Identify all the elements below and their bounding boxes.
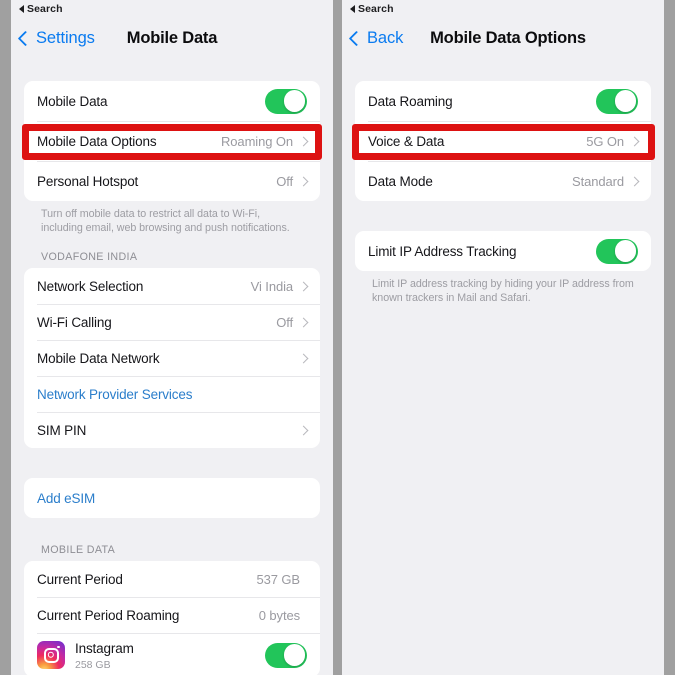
- row-voice-and-data-label: Voice & Data: [368, 133, 445, 149]
- row-mobile-data-label: Mobile Data: [37, 93, 108, 109]
- row-network-provider-services[interactable]: Network Provider Services: [24, 376, 320, 412]
- section-header-carrier: VODAFONE INDIA: [41, 251, 138, 263]
- panel-divider: [333, 0, 342, 675]
- chevron-right-icon: [298, 281, 309, 291]
- row-voice-and-data-value: 5G On: [586, 133, 624, 149]
- row-add-esim[interactable]: Add eSIM: [24, 478, 320, 518]
- row-sim-pin-label: SIM PIN: [37, 422, 87, 438]
- row-current-period-roaming-value: 0 bytes: [258, 607, 300, 623]
- right-group-options: Data Roaming Voice & Data 5G On Data Mod…: [355, 81, 651, 201]
- row-network-provider-services-label: Network Provider Services: [37, 386, 193, 402]
- right-group-privacy: Limit IP Address Tracking: [355, 231, 651, 271]
- chevron-left-icon: [348, 30, 365, 46]
- right-content: Data Roaming Voice & Data 5G On Data Mod…: [342, 59, 664, 305]
- left-group-add-esim: Add eSIM: [24, 478, 320, 518]
- section-header-mobile-data: MOBILE DATA: [41, 544, 116, 556]
- row-current-period-roaming[interactable]: Current Period Roaming 0 bytes: [24, 597, 320, 633]
- right-nav-bar: Back Mobile Data Options: [342, 17, 664, 59]
- row-limit-ip-address-tracking[interactable]: Limit IP Address Tracking: [355, 231, 651, 271]
- toggle-knob: [615, 240, 637, 262]
- toggle-knob: [284, 644, 306, 666]
- row-data-roaming-label: Data Roaming: [368, 93, 453, 109]
- chevron-right-icon: [298, 353, 309, 363]
- status-bar-back-label[interactable]: Search: [358, 3, 394, 15]
- instagram-icon: [37, 641, 65, 669]
- row-personal-hotspot[interactable]: Personal Hotspot Off: [24, 161, 320, 201]
- row-data-mode-label: Data Mode: [368, 173, 433, 189]
- row-network-selection[interactable]: Network Selection Vi India: [24, 268, 320, 304]
- screenshot-stage: Search Settings Mobile Data Mobile Data: [0, 0, 675, 675]
- right-group2-footnote: Limit IP address tracking by hiding your…: [372, 278, 634, 304]
- right-nav-back-label: Back: [367, 28, 404, 47]
- row-personal-hotspot-value: Off: [276, 173, 293, 189]
- row-mobile-data-options-value: Roaming On: [221, 133, 293, 149]
- chevron-right-icon: [298, 176, 309, 186]
- row-current-period-label: Current Period: [37, 571, 123, 587]
- toggle-knob: [615, 90, 637, 112]
- left-group-usage: Current Period 537 GB Current Period Roa…: [24, 561, 320, 675]
- toggle-mobile-data[interactable]: [265, 88, 307, 114]
- row-current-period[interactable]: Current Period 537 GB: [24, 561, 320, 597]
- right-nav-back-button[interactable]: Back: [342, 29, 403, 48]
- left-nav-back-button[interactable]: Settings: [11, 29, 95, 48]
- row-limit-ip-address-tracking-label: Limit IP Address Tracking: [368, 243, 517, 259]
- app-data-usage: 258 GB: [75, 658, 111, 671]
- row-data-roaming[interactable]: Data Roaming: [355, 81, 651, 121]
- row-add-esim-label: Add eSIM: [37, 490, 96, 506]
- chevron-right-icon: [298, 317, 309, 327]
- row-voice-and-data[interactable]: Voice & Data 5G On: [355, 121, 651, 161]
- row-current-period-roaming-label: Current Period Roaming: [37, 607, 180, 623]
- app-texts: Instagram 258 GB: [75, 640, 265, 671]
- app-name: Instagram: [75, 640, 134, 656]
- chevron-right-icon: [298, 425, 309, 435]
- row-mobile-data-options-label: Mobile Data Options: [37, 133, 157, 149]
- left-group-carrier: Network Selection Vi India Wi-Fi Calling…: [24, 268, 320, 448]
- toggle-knob: [284, 90, 306, 112]
- toggle-data-roaming[interactable]: [596, 88, 638, 114]
- left-group-mobile-data: Mobile Data Mobile Data Options Roaming …: [24, 81, 320, 201]
- left-nav-back-label: Settings: [36, 28, 95, 47]
- row-app-instagram[interactable]: Instagram 258 GB: [24, 633, 320, 675]
- row-network-selection-value: Vi India: [250, 278, 293, 294]
- row-mobile-data-network-label: Mobile Data Network: [37, 350, 160, 366]
- status-bar-back-label[interactable]: Search: [27, 3, 63, 15]
- row-sim-pin[interactable]: SIM PIN: [24, 412, 320, 448]
- row-mobile-data-options[interactable]: Mobile Data Options Roaming On: [24, 121, 320, 161]
- row-wifi-calling-label: Wi-Fi Calling: [37, 314, 112, 330]
- row-network-selection-label: Network Selection: [37, 278, 144, 294]
- row-data-mode[interactable]: Data Mode Standard: [355, 161, 651, 201]
- triangle-left-icon: [350, 5, 355, 13]
- chevron-right-icon: [298, 136, 309, 146]
- triangle-left-icon: [19, 5, 24, 13]
- chevron-right-icon: [629, 176, 640, 186]
- row-wifi-calling-value: Off: [276, 314, 293, 330]
- left-nav-bar: Settings Mobile Data: [11, 17, 333, 59]
- left-phone-panel: Search Settings Mobile Data Mobile Data: [11, 0, 333, 675]
- right-status-bar: Search: [342, 0, 664, 17]
- toggle-limit-ip-address-tracking[interactable]: [596, 238, 638, 264]
- row-data-mode-value: Standard: [572, 173, 624, 189]
- row-wifi-calling[interactable]: Wi-Fi Calling Off: [24, 304, 320, 340]
- left-content: Mobile Data Mobile Data Options Roaming …: [11, 59, 333, 675]
- toggle-app-instagram[interactable]: [265, 642, 307, 668]
- left-group1-footnote: Turn off mobile data to restrict all dat…: [41, 208, 290, 234]
- row-mobile-data[interactable]: Mobile Data: [24, 81, 320, 121]
- row-mobile-data-network[interactable]: Mobile Data Network: [24, 340, 320, 376]
- left-status-bar: Search: [11, 0, 333, 17]
- chevron-right-icon: [629, 136, 640, 146]
- right-phone-panel: Search Back Mobile Data Options Data Roa…: [342, 0, 664, 675]
- row-current-period-value: 537 GB: [256, 571, 301, 587]
- chevron-left-icon: [17, 30, 34, 46]
- row-personal-hotspot-label: Personal Hotspot: [37, 173, 139, 189]
